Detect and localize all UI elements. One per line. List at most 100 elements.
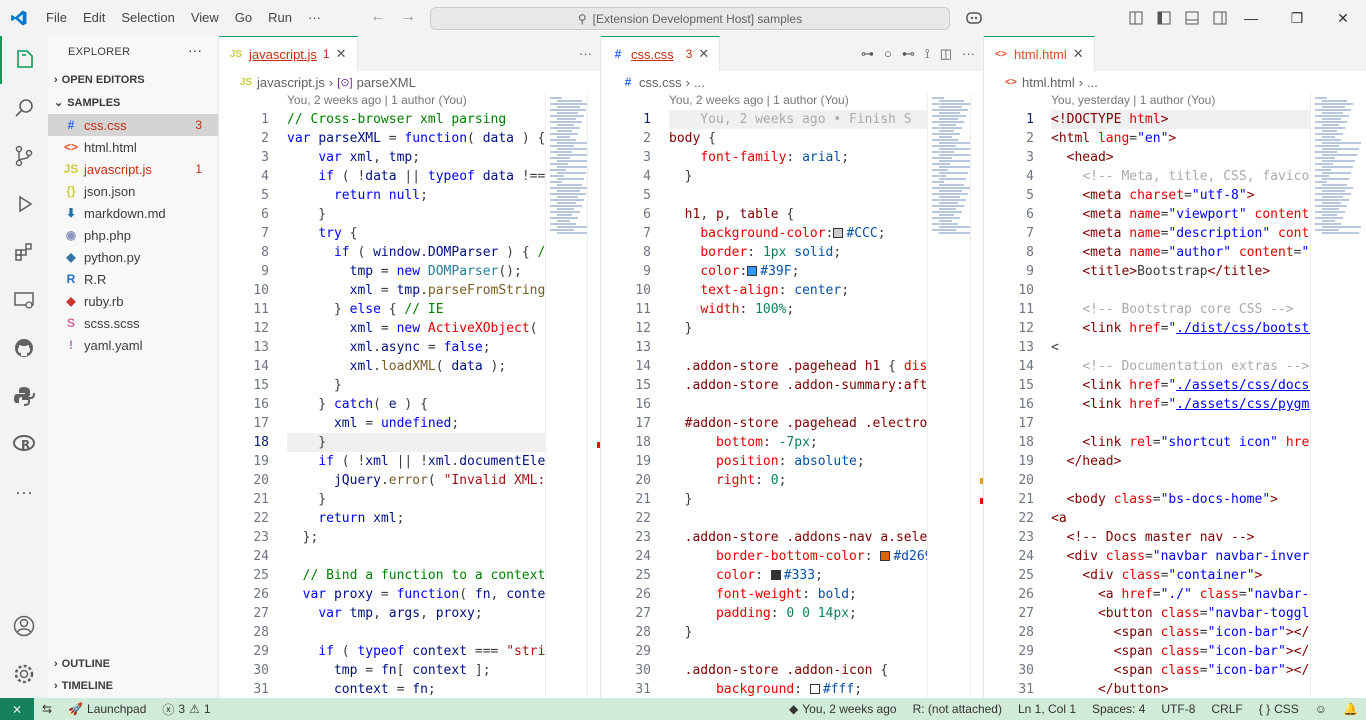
code-line[interactable]: <body class="bs-docs-home"> bbox=[1051, 490, 1310, 509]
code-line[interactable]: h1, p, table { bbox=[669, 205, 927, 224]
breadcrumb-file[interactable]: html.html bbox=[1022, 75, 1075, 90]
code-line[interactable]: font-family: arial; bbox=[669, 148, 927, 167]
live-share-icon[interactable]: ⇆ bbox=[34, 698, 60, 720]
section-open-editors[interactable]: › OPEN EDITORS bbox=[54, 74, 145, 86]
code-line[interactable]: xml = new ActiveXObject( "Microsoft.XMLD… bbox=[287, 319, 545, 338]
breadcrumb-file[interactable]: javascript.js bbox=[257, 75, 325, 90]
code-line[interactable]: var xml, tmp; bbox=[287, 148, 545, 167]
explorer-icon[interactable] bbox=[0, 36, 48, 84]
code-line[interactable]: xml.loadXML( data ); bbox=[287, 357, 545, 376]
code-lines[interactable]: <!DOCTYPE html> <html lang="en"> <head> <… bbox=[1051, 110, 1310, 698]
python-icon[interactable] bbox=[0, 372, 48, 420]
code-line[interactable]: </button> bbox=[1051, 680, 1310, 698]
code-line[interactable]: #addon-store .pagehead .electrocat { bbox=[669, 414, 927, 433]
code-line[interactable]: color: #333; bbox=[669, 566, 927, 585]
breadcrumb-symbol[interactable]: ... bbox=[1087, 75, 1098, 90]
codelens-blame[interactable]: You, yesterday | 1 author (You) bbox=[1051, 93, 1215, 110]
file-item[interactable]: Sscss.scss bbox=[48, 312, 218, 334]
launchpad-item[interactable]: 🚀 Launchpad bbox=[60, 698, 154, 720]
close-tab-icon[interactable]: ✕ bbox=[698, 46, 709, 62]
command-center-search[interactable]: ⚲ [Extension Development Host] samples bbox=[430, 7, 950, 30]
code-line[interactable]: <link rel="shortcut icon" href="/" bbox=[1051, 433, 1310, 452]
code-line[interactable]: xml.async = false; bbox=[287, 338, 545, 357]
code-line[interactable] bbox=[287, 547, 545, 566]
code-editor-css[interactable]: You, 2 weeks ago | 1 author (You) 123456… bbox=[601, 93, 983, 698]
code-line[interactable]: } bbox=[669, 167, 927, 186]
code-line[interactable] bbox=[287, 623, 545, 642]
code-line[interactable] bbox=[669, 509, 927, 528]
menu-more[interactable]: ··· bbox=[300, 0, 329, 36]
file-item[interactable]: <> html.html bbox=[48, 136, 218, 158]
code-line[interactable]: } bbox=[669, 319, 927, 338]
code-line[interactable]: <html lang="en"> bbox=[1051, 129, 1310, 148]
tab-javascript[interactable]: JS javascript.js 1 ✕ bbox=[219, 36, 358, 71]
code-line[interactable]: xml = tmp.parseFromString( data ); bbox=[287, 281, 545, 300]
menu-edit[interactable]: Edit bbox=[75, 0, 113, 36]
code-line[interactable] bbox=[1051, 281, 1310, 300]
code-line[interactable]: font-weight: bold; bbox=[669, 585, 927, 604]
code-line[interactable]: <meta name="viewport" content="width" bbox=[1051, 205, 1310, 224]
previous-change-icon[interactable]: ○ bbox=[884, 46, 892, 62]
code-line[interactable] bbox=[1051, 471, 1310, 490]
breadcrumb-symbol[interactable]: parseXML bbox=[357, 75, 416, 90]
code-line[interactable]: if ( !data || typeof data !== "string" )… bbox=[287, 167, 545, 186]
code-line[interactable]: xml = undefined; bbox=[287, 414, 545, 433]
code-line[interactable]: } catch( e ) { bbox=[287, 395, 545, 414]
code-line[interactable]: <title>Bootstrap</title> bbox=[1051, 262, 1310, 281]
code-line[interactable]: <link href="./assets/css/pygments" bbox=[1051, 395, 1310, 414]
code-line[interactable]: if ( window.DOMParser ) { // Standard bbox=[287, 243, 545, 262]
file-item[interactable]: ◆ python.py bbox=[48, 246, 218, 268]
code-line[interactable]: if ( typeof context === "string" ) { bbox=[287, 642, 545, 661]
code-line[interactable]: } bbox=[287, 490, 545, 509]
end-of-line[interactable]: CRLF bbox=[1203, 698, 1250, 720]
search-view-icon[interactable] bbox=[0, 84, 48, 132]
file-item[interactable]: JS javascript.js 1 bbox=[48, 158, 218, 180]
tab-css[interactable]: # css.css 3 ✕ bbox=[601, 36, 721, 71]
code-line[interactable]: .addon-store .addon-summary:after { } bbox=[669, 376, 927, 395]
run-debug-icon[interactable] bbox=[0, 180, 48, 228]
code-line[interactable]: <div class="navbar navbar-inverse" bbox=[1051, 547, 1310, 566]
code-line[interactable]: </head> bbox=[1051, 452, 1310, 471]
code-line[interactable]: <a bbox=[1051, 509, 1310, 528]
file-item[interactable]: ⬇ markdown.md bbox=[48, 202, 218, 224]
code-line[interactable] bbox=[669, 186, 927, 205]
code-line[interactable]: } bbox=[669, 490, 927, 509]
code-line[interactable]: <!-- Bootstrap core CSS --> bbox=[1051, 300, 1310, 319]
source-control-icon[interactable] bbox=[0, 132, 48, 180]
manage-gear-icon[interactable] bbox=[0, 650, 48, 698]
file-item[interactable]: ! yaml.yaml bbox=[48, 334, 218, 356]
problems-item[interactable]: ⓧ 3 ⚠ 1 bbox=[154, 698, 218, 720]
code-line[interactable]: <!DOCTYPE html> bbox=[1051, 110, 1310, 129]
close-tab-icon[interactable]: ✕ bbox=[1073, 46, 1084, 62]
code-line[interactable]: border-bottom-color: #d26911; bbox=[669, 547, 927, 566]
restore-icon[interactable]: ❐ bbox=[1274, 0, 1320, 36]
code-line[interactable]: <meta name="author" content=""> bbox=[1051, 243, 1310, 262]
next-change-icon[interactable]: ⊷ bbox=[902, 46, 915, 62]
language-mode[interactable]: { } CSS bbox=[1251, 698, 1307, 720]
close-tab-icon[interactable]: ✕ bbox=[336, 46, 347, 62]
codelens-blame[interactable]: You, 2 weeks ago | 1 author (You) bbox=[669, 93, 849, 110]
section-outline[interactable]: › OUTLINE bbox=[54, 658, 110, 670]
vertical-scrollbar[interactable] bbox=[587, 93, 600, 698]
notifications-bell-icon[interactable]: 🔔 bbox=[1335, 698, 1366, 720]
code-line[interactable]: < bbox=[1051, 338, 1310, 357]
more-actions-icon[interactable]: ··· bbox=[962, 46, 975, 62]
code-line[interactable]: try { bbox=[287, 224, 545, 243]
extensions-icon[interactable] bbox=[0, 228, 48, 276]
file-item[interactable]: R R.R bbox=[48, 268, 218, 290]
code-line[interactable]: text-align: center; bbox=[669, 281, 927, 300]
explorer-more-actions-icon[interactable]: ··· bbox=[188, 42, 202, 58]
more-views-icon[interactable]: ··· bbox=[0, 468, 48, 516]
code-line[interactable] bbox=[1051, 414, 1310, 433]
code-line[interactable]: body { bbox=[669, 129, 927, 148]
code-line[interactable]: var parseXML = function( data ) { bbox=[287, 129, 545, 148]
r-status-item[interactable]: R: (not attached) bbox=[905, 698, 1010, 720]
code-line[interactable]: <span class="icon-bar"></span> bbox=[1051, 661, 1310, 680]
code-line[interactable]: }; bbox=[287, 528, 545, 547]
code-line[interactable]: } else { // IE bbox=[287, 300, 545, 319]
code-line[interactable]: var tmp, args, proxy; bbox=[287, 604, 545, 623]
menu-view[interactable]: View bbox=[183, 0, 227, 36]
code-line[interactable]: bottom: -7px; bbox=[669, 433, 927, 452]
code-line[interactable]: } bbox=[287, 205, 545, 224]
breadcrumb-symbol[interactable]: ... bbox=[694, 75, 705, 90]
